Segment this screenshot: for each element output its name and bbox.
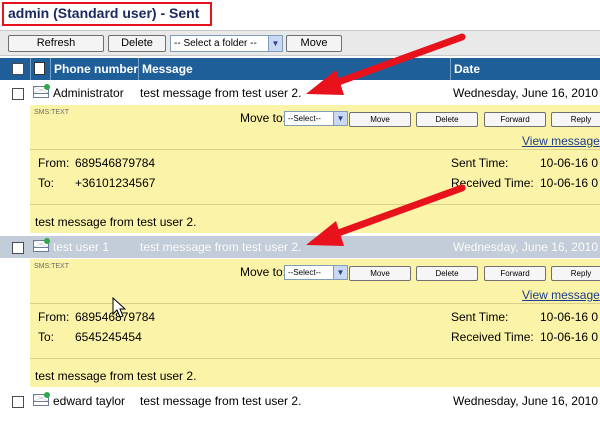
detail-delete-button[interactable]: Delete (416, 112, 478, 127)
envelope-icon (33, 238, 50, 252)
message-column-header[interactable]: Message (138, 58, 450, 80)
select-all-checkbox[interactable] (12, 63, 24, 75)
row-message: test message from test user 2. (140, 394, 302, 408)
detail-reply-button[interactable]: Reply (551, 266, 600, 281)
row-date: Wednesday, June 16, 2010 (453, 394, 598, 408)
row-checkbox[interactable] (12, 88, 24, 100)
detail-move-button[interactable]: Move (349, 112, 411, 127)
envelope-icon (33, 84, 50, 98)
move-button[interactable]: Move (286, 35, 342, 52)
row-phone: edward taylor (53, 394, 126, 408)
sent-time-label: Sent Time: (451, 310, 509, 324)
type-column-header (30, 58, 50, 80)
phone-column-header[interactable]: Phone number (50, 58, 138, 80)
from-label: From: (38, 310, 70, 324)
detail-folder-select-value: --Select-- (288, 114, 321, 123)
to-label: To: (38, 176, 55, 190)
received-time-value: 10-06-16 0 (540, 330, 599, 344)
move-to-label: Move to: (240, 111, 287, 125)
to-value: +36101234567 (75, 176, 156, 190)
detail-folder-select-value: --Select-- (288, 268, 321, 277)
message-type-label: SMS:TEXT (34, 109, 70, 116)
row-date: Wednesday, June 16, 2010 (453, 86, 598, 100)
message-type-label: SMS:TEXT (34, 263, 70, 270)
row-message: test message from test user 2. (140, 240, 302, 254)
delete-button[interactable]: Delete (108, 35, 166, 52)
from-value: 689546879784 (75, 156, 156, 170)
move-to-label: Move to: (240, 265, 287, 279)
row-phone: test user 1 (53, 240, 110, 254)
view-message-link[interactable]: View message (522, 288, 600, 302)
document-icon (34, 62, 45, 75)
toolbar: Refresh Delete -- Select a folder -- ▼ M… (0, 30, 600, 56)
to-value: 6545245454 (75, 330, 142, 344)
view-message-link[interactable]: View message (522, 134, 600, 148)
sent-time-label: Sent Time: (451, 156, 509, 170)
received-time-label: Received Time: (451, 176, 534, 190)
row-checkbox[interactable] (12, 396, 24, 408)
sent-time-value: 10-06-16 0 (540, 156, 599, 170)
message-detail-panel: SMS:TEXT Move to: --Select-- ▼ Move Dele… (30, 105, 600, 233)
envelope-icon (33, 392, 50, 406)
to-label: To: (38, 330, 55, 344)
table-row[interactable]: edward taylor test message from test use… (0, 390, 600, 412)
detail-folder-select[interactable]: --Select-- ▼ (284, 111, 348, 126)
folder-select-value: -- Select a folder -- (174, 38, 257, 49)
detail-reply-button[interactable]: Reply (551, 112, 600, 127)
refresh-button[interactable]: Refresh (8, 35, 104, 52)
message-body: test message from test user 2. (35, 369, 197, 383)
chevron-down-icon: ▼ (268, 36, 282, 51)
detail-move-button[interactable]: Move (349, 266, 411, 281)
row-phone: Administrator (53, 86, 124, 100)
date-column-header[interactable]: Date (450, 58, 600, 80)
row-date: Wednesday, June 16, 2010 (453, 240, 598, 254)
chevron-down-icon: ▼ (333, 266, 347, 279)
detail-forward-button[interactable]: Forward (484, 112, 546, 127)
table-header: Phone number Message Date (0, 58, 600, 80)
received-time-label: Received Time: (451, 330, 534, 344)
table-row[interactable]: Administrator test message from test use… (0, 82, 600, 104)
row-message: test message from test user 2. (140, 86, 302, 100)
message-body: test message from test user 2. (35, 215, 197, 229)
row-checkbox[interactable] (12, 242, 24, 254)
chevron-down-icon: ▼ (333, 112, 347, 125)
page-title: admin (Standard user) - Sent (2, 2, 212, 26)
received-time-value: 10-06-16 0 (540, 176, 599, 190)
from-label: From: (38, 156, 70, 170)
detail-folder-select[interactable]: --Select-- ▼ (284, 265, 348, 280)
sent-time-value: 10-06-16 0 (540, 310, 599, 324)
folder-select[interactable]: -- Select a folder -- ▼ (170, 35, 283, 52)
message-detail-panel: SMS:TEXT Move to: --Select-- ▼ Move Dele… (30, 259, 600, 387)
table-row[interactable]: test user 1 test message from test user … (0, 236, 600, 258)
detail-forward-button[interactable]: Forward (484, 266, 546, 281)
detail-delete-button[interactable]: Delete (416, 266, 478, 281)
mouse-cursor-icon (112, 297, 126, 318)
